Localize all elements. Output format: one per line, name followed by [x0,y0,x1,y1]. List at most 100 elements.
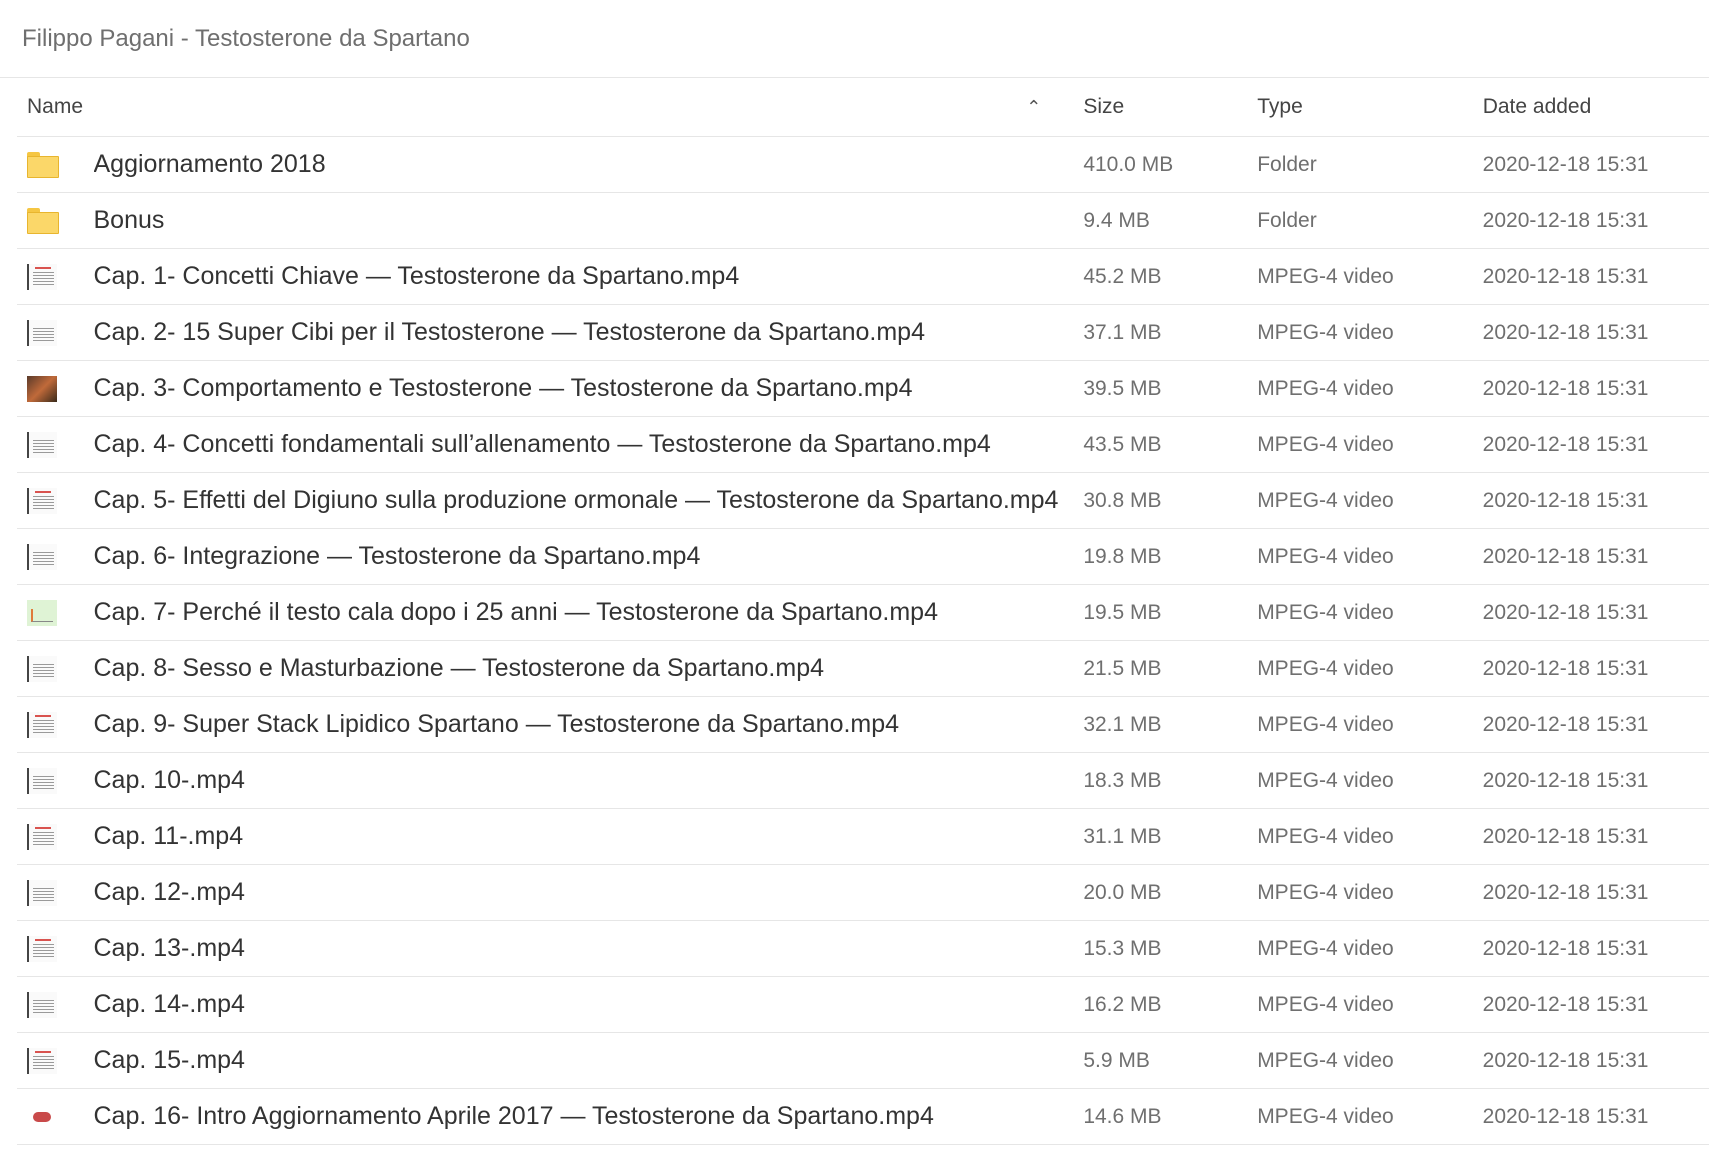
row-size: 31.1 MB [1083,824,1162,848]
video-thumbnail-icon [27,263,57,290]
table-row[interactable]: Cap. 11-.mp4 31.1 MB MPEG-4 video 2020-12-1… [17,809,1709,865]
row-name[interactable]: Cap. 12-.mp4 [94,878,1062,907]
row-date: 2020-12-18 15:31 [1482,376,1649,400]
row-date: 2020-12-18 15:31 [1482,600,1649,624]
row-name[interactable]: Cap. 8- Sesso e Masturbazione — Testoste… [94,654,1062,683]
row-type: Folder [1257,152,1317,176]
row-name[interactable]: Cap. 3- Comportamento e Testosterone — T… [94,374,1062,403]
row-date: 2020-12-18 15:31 [1482,936,1649,960]
table-row[interactable]: Cap. 5- Effetti del Digiuno sulla produz… [17,473,1709,529]
row-date: 2020-12-18 15:31 [1482,264,1649,288]
row-icon-cell [17,207,94,234]
row-date: 2020-12-18 15:31 [1482,1048,1649,1072]
table-row[interactable]: Cap. 13-.mp4 15.3 MB MPEG-4 video 2020-12-1… [17,921,1709,977]
table-row[interactable]: Cap. 2- 15 Super Cibi per il Testosteron… [17,305,1709,361]
column-header-size[interactable]: Size [1061,95,1235,119]
chevron-up-icon[interactable]: ⌃ [1026,97,1041,118]
table-row[interactable]: Cap. 9- Super Stack Lipidico Spartano — … [17,697,1709,753]
column-header-name[interactable]: Name ⌃ [17,95,1061,119]
table-row[interactable]: Aggiornamento 2018 410.0 MB Folder 2020-12-… [17,137,1709,193]
row-type: MPEG-4 video [1257,264,1394,288]
row-type: MPEG-4 video [1257,1048,1394,1072]
row-icon-cell [17,543,94,570]
video-thumbnail-icon [27,879,57,906]
row-name[interactable]: Cap. 6- Integrazione — Testosterone da S… [94,542,1062,571]
row-name[interactable]: Cap. 7- Perché il testo cala dopo i 25 a… [94,598,1062,627]
row-date: 2020-12-18 15:31 [1482,824,1649,848]
table-row[interactable]: Cap. 16- Intro Aggiornamento Aprile 2017… [17,1089,1709,1145]
table-row[interactable]: Cap. 15-.mp4 5.9 MB MPEG-4 video 2020-12-18… [17,1033,1709,1089]
row-icon-cell [17,151,94,178]
row-size: 19.5 MB [1083,600,1162,624]
row-date: 2020-12-18 15:31 [1482,768,1649,792]
row-name[interactable]: Cap. 1- Concetti Chiave — Testosterone d… [94,262,1062,291]
row-type: MPEG-4 video [1257,376,1394,400]
row-type: MPEG-4 video [1257,712,1394,736]
row-name[interactable]: Bonus [94,206,1062,235]
row-size: 410.0 MB [1083,152,1174,176]
row-date: 2020-12-18 15:31 [1482,656,1649,680]
video-thumbnail-icon [27,599,57,626]
table-row[interactable]: Cap. 1- Concetti Chiave — Testosterone d… [17,249,1709,305]
row-type: MPEG-4 video [1257,1104,1394,1128]
table-row[interactable]: Cap. 4- Concetti fondamentali sull’allen… [17,417,1709,473]
row-icon-cell [17,991,94,1018]
row-size: 20.0 MB [1083,880,1162,904]
video-thumbnail-icon [27,655,57,682]
row-date: 2020-12-18 15:31 [1482,544,1649,568]
table-row[interactable]: Cap. 14-.mp4 16.2 MB MPEG-4 video 2020-12-1… [17,977,1709,1033]
row-icon-cell [17,767,94,794]
row-icon-cell [17,319,94,346]
file-table: Name ⌃ Size Type Date added Aggiornament… [17,78,1709,1145]
row-name[interactable]: Cap. 15-.mp4 [94,1046,1062,1075]
row-date: 2020-12-18 15:31 [1482,488,1649,512]
row-type: MPEG-4 video [1257,488,1394,512]
row-date: 2020-12-18 15:31 [1482,880,1649,904]
table-row[interactable]: Cap. 10-.mp4 18.3 MB MPEG-4 video 2020-12-1… [17,753,1709,809]
breadcrumb-path[interactable]: Filippo Pagani - Testosterone da Spartan… [22,25,470,53]
row-name[interactable]: Cap. 14-.mp4 [94,990,1062,1019]
table-header: Name ⌃ Size Type Date added [17,78,1709,137]
table-row[interactable]: Cap. 8- Sesso e Masturbazione — Testoste… [17,641,1709,697]
table-row[interactable]: Cap. 3- Comportamento e Testosterone — T… [17,361,1709,417]
row-name[interactable]: Cap. 10-.mp4 [94,766,1062,795]
row-date: 2020-12-18 15:31 [1482,208,1649,232]
row-icon-cell [17,655,94,682]
row-name[interactable]: Cap. 5- Effetti del Digiuno sulla produz… [94,486,1062,515]
row-size: 18.3 MB [1083,768,1162,792]
row-size: 15.3 MB [1083,936,1162,960]
column-header-type[interactable]: Type [1235,95,1460,119]
row-type: MPEG-4 video [1257,320,1394,344]
table-row[interactable]: Bonus 9.4 MB Folder 2020-12-18 15:31 [17,193,1709,249]
video-thumbnail-icon [27,487,57,514]
row-name[interactable]: Cap. 16- Intro Aggiornamento Aprile 2017… [94,1102,1062,1131]
row-name[interactable]: Cap. 11-.mp4 [94,822,1062,851]
row-icon-cell [17,1047,94,1074]
row-name[interactable]: Cap. 4- Concetti fondamentali sull’allen… [94,430,1062,459]
row-name[interactable]: Cap. 9- Super Stack Lipidico Spartano — … [94,710,1062,739]
breadcrumb: Filippo Pagani - Testosterone da Spartan… [0,0,1709,78]
row-name[interactable]: Cap. 2- 15 Super Cibi per il Testosteron… [94,318,1062,347]
row-name[interactable]: Aggiornamento 2018 [94,150,1062,179]
row-icon-cell [17,263,94,290]
table-row[interactable]: Cap. 7- Perché il testo cala dopo i 25 a… [17,585,1709,641]
row-size: 39.5 MB [1083,376,1162,400]
table-row[interactable]: Cap. 12-.mp4 20.0 MB MPEG-4 video 2020-12-1… [17,865,1709,921]
video-thumbnail-icon [27,431,57,458]
row-size: 21.5 MB [1083,656,1162,680]
row-icon-cell [17,879,94,906]
row-date: 2020-12-18 15:31 [1482,320,1649,344]
row-icon-cell [17,431,94,458]
column-header-date[interactable]: Date added [1461,95,1709,119]
row-date: 2020-12-18 15:31 [1482,992,1649,1016]
row-size: 5.9 MB [1083,1048,1150,1072]
row-name[interactable]: Cap. 13-.mp4 [94,934,1062,963]
row-size: 32.1 MB [1083,712,1162,736]
table-row[interactable]: Cap. 6- Integrazione — Testosterone da S… [17,529,1709,585]
row-icon-cell [17,1103,94,1130]
row-size: 14.6 MB [1083,1104,1162,1128]
video-thumbnail-icon [27,935,57,962]
video-thumbnail-icon [27,991,57,1018]
row-type: MPEG-4 video [1257,936,1394,960]
file-list: Aggiornamento 2018 410.0 MB Folder 2020-12-… [17,137,1709,1145]
